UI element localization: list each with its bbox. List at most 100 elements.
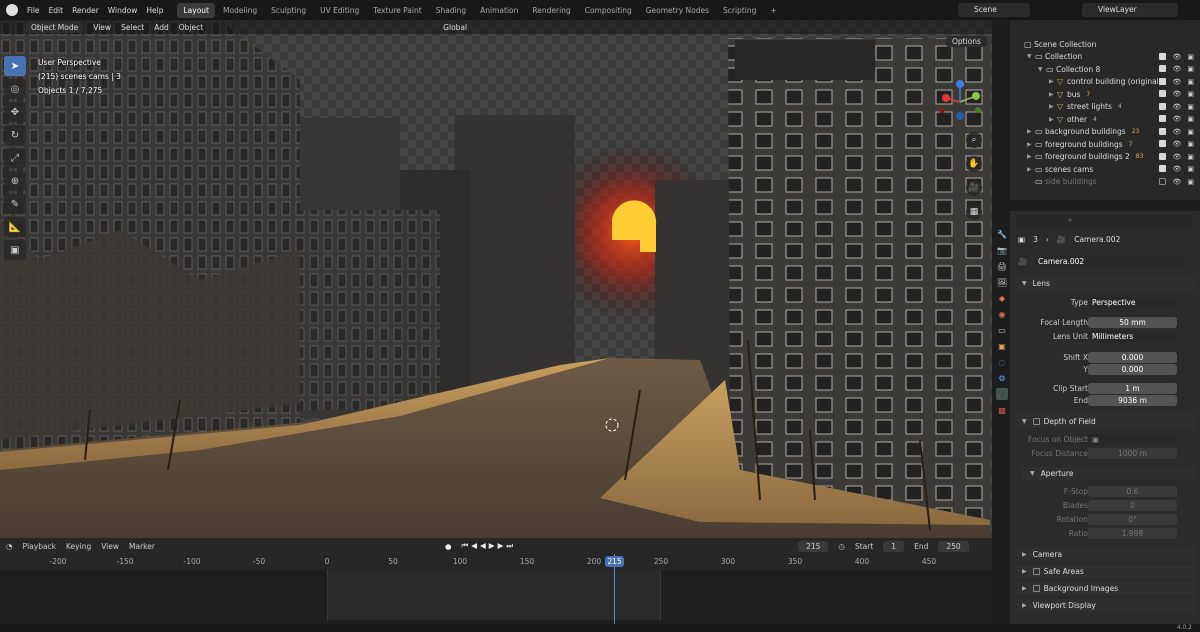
outliner-row[interactable]: ▼ ▭ Collection 👁 ▣ bbox=[1010, 51, 1200, 64]
texture-tab-icon[interactable]: ▩ bbox=[996, 404, 1008, 416]
record-icon[interactable]: ● bbox=[445, 542, 452, 551]
end-frame-field[interactable]: 250 bbox=[938, 540, 969, 552]
type-dropdown[interactable]: Perspective bbox=[1088, 297, 1177, 308]
visibility-eye-icon[interactable]: 👁 bbox=[1172, 65, 1181, 73]
background-images-checkbox[interactable] bbox=[1032, 585, 1040, 592]
disclosure-triangle-icon[interactable]: ▶ bbox=[1027, 153, 1035, 160]
measure-tool-icon[interactable]: 📐 bbox=[4, 217, 26, 237]
zoom-icon[interactable]: ⌕ bbox=[966, 132, 982, 148]
render-camera-icon[interactable]: ▣ bbox=[1187, 128, 1194, 136]
menu-window[interactable]: Window bbox=[108, 6, 138, 15]
focal-length-field[interactable]: 50 mm bbox=[1088, 317, 1177, 328]
blades-field[interactable]: 0 bbox=[1088, 500, 1177, 511]
visibility-eye-icon[interactable]: 👁 bbox=[1172, 153, 1181, 161]
playhead-frame-label[interactable]: 215 bbox=[605, 556, 624, 567]
outliner-row[interactable]: ▶ ▽ bus 7 👁 ▣ bbox=[1010, 88, 1200, 101]
lens-unit-dropdown[interactable]: Millimeters bbox=[1088, 331, 1177, 342]
ortho-grid-icon[interactable]: ▦ bbox=[966, 204, 982, 220]
tab-rendering[interactable]: Rendering bbox=[526, 3, 576, 18]
cursor-tool-icon[interactable]: ◎ bbox=[4, 79, 26, 99]
render-camera-icon[interactable]: ▣ bbox=[1187, 65, 1194, 73]
mode-selector[interactable]: Object Mode bbox=[26, 21, 84, 33]
tab-geometry-nodes[interactable]: Geometry Nodes bbox=[640, 3, 715, 18]
world-tab-icon[interactable]: ◉ bbox=[996, 308, 1008, 320]
visibility-eye-icon[interactable]: 👁 bbox=[1172, 140, 1181, 148]
exclude-checkbox[interactable] bbox=[1159, 140, 1167, 148]
3d-viewport[interactable]: Object Mode View Select Add Object Globa… bbox=[0, 20, 992, 538]
transform-tool-icon[interactable]: ⊕ bbox=[4, 171, 26, 191]
shift-x-field[interactable]: 0.000 bbox=[1088, 352, 1177, 363]
view-layer-tab-icon[interactable]: 🖼 bbox=[996, 276, 1008, 288]
visibility-eye-icon[interactable]: 👁 bbox=[1172, 53, 1181, 61]
outliner-row[interactable]: ▭ side buildings 👁 ▣ bbox=[1010, 176, 1200, 189]
constraints-tab-icon[interactable]: ⚙ bbox=[996, 372, 1008, 384]
exclude-checkbox[interactable] bbox=[1159, 77, 1167, 85]
properties-search[interactable]: ⌕ bbox=[1016, 215, 1192, 227]
menu-select[interactable]: Select bbox=[121, 23, 144, 32]
tab-uv-editing[interactable]: UV Editing bbox=[314, 3, 365, 18]
lens-panel-header[interactable]: ▼ Lens bbox=[1014, 277, 1196, 290]
exclude-checkbox[interactable] bbox=[1159, 52, 1167, 60]
visibility-eye-icon[interactable]: 👁 bbox=[1172, 103, 1181, 111]
menu-playback[interactable]: Playback bbox=[23, 542, 56, 551]
visibility-eye-icon[interactable]: 👁 bbox=[1172, 128, 1181, 136]
menu-edit[interactable]: Edit bbox=[49, 6, 64, 15]
menu-keying[interactable]: Keying bbox=[66, 542, 91, 551]
navigation-gizmo[interactable] bbox=[936, 76, 984, 126]
camera-data-icon[interactable]: 🎥 bbox=[1018, 257, 1027, 266]
rotate-tool-icon[interactable]: ↻ bbox=[4, 125, 26, 145]
exclude-checkbox[interactable] bbox=[1159, 177, 1167, 185]
exclude-checkbox[interactable] bbox=[1159, 115, 1167, 123]
dof-checkbox[interactable] bbox=[1032, 418, 1040, 425]
clip-start-field[interactable]: 1 m bbox=[1088, 383, 1177, 394]
camera-view-icon[interactable]: 🎥 bbox=[966, 180, 982, 196]
tab-shading[interactable]: Shading bbox=[430, 3, 472, 18]
disclosure-triangle-icon[interactable]: ▶ bbox=[1049, 91, 1057, 98]
add-workspace-icon[interactable]: + bbox=[764, 3, 782, 18]
tab-texture-paint[interactable]: Texture Paint bbox=[367, 3, 427, 18]
menu-view[interactable]: View bbox=[93, 23, 111, 32]
datablock-name-field[interactable]: Camera.002 bbox=[1034, 255, 1184, 267]
disclosure-triangle-icon[interactable]: ▼ bbox=[1027, 53, 1035, 60]
move-tool-icon[interactable]: ✥ bbox=[4, 102, 26, 122]
frame-ruler[interactable]: -200 -150 -100 -50 0 50 100 150 200 250 … bbox=[0, 554, 992, 570]
render-tab-icon[interactable]: 📷 bbox=[996, 244, 1008, 256]
tab-modeling[interactable]: Modeling bbox=[217, 3, 263, 18]
outliner-row[interactable]: ▶ ▽ control building (original) 👁 ▣ bbox=[1010, 76, 1200, 89]
exclude-checkbox[interactable] bbox=[1159, 127, 1167, 135]
exclude-checkbox[interactable] bbox=[1159, 65, 1167, 73]
scale-tool-icon[interactable]: ⤢ bbox=[4, 148, 26, 168]
disclosure-triangle-icon[interactable]: ▶ bbox=[1027, 166, 1035, 173]
playback-controls-icon[interactable]: ⏮◀◀▶▶⏭ bbox=[462, 541, 517, 551]
timeline-area[interactable]: -200 -150 -100 -50 0 50 100 150 200 250 … bbox=[0, 554, 992, 624]
camera-panel-header[interactable]: ▶ Camera bbox=[1014, 548, 1196, 561]
object-tab-icon[interactable]: ▣ bbox=[996, 340, 1008, 352]
safe-areas-panel-header[interactable]: ▶ Safe Areas bbox=[1014, 565, 1196, 578]
visibility-eye-icon[interactable]: 👁 bbox=[1172, 90, 1181, 98]
outliner-row[interactable]: ▶ ▭ background buildings 23 👁 ▣ bbox=[1010, 126, 1200, 139]
tab-scripting[interactable]: Scripting bbox=[717, 3, 762, 18]
outliner-row[interactable]: ▢ Scene Collection bbox=[1010, 38, 1200, 51]
camera-data-tab-icon[interactable]: 🎥 bbox=[996, 388, 1008, 400]
tool-tab-icon[interactable]: 🔧 bbox=[996, 228, 1008, 240]
scene-selector[interactable]: Scene bbox=[958, 3, 1030, 17]
menu-help[interactable]: Help bbox=[146, 6, 163, 15]
disclosure-triangle-icon[interactable]: ▶ bbox=[1049, 103, 1057, 110]
render-camera-icon[interactable]: ▣ bbox=[1187, 165, 1194, 173]
render-camera-icon[interactable]: ▣ bbox=[1187, 140, 1194, 148]
menu-marker[interactable]: Marker bbox=[129, 542, 155, 551]
timeline-editor-icon[interactable]: ◔ bbox=[6, 542, 13, 551]
ratio-field[interactable]: 1.998 bbox=[1088, 528, 1177, 539]
visibility-eye-icon[interactable]: 👁 bbox=[1172, 78, 1181, 86]
physics-tab-icon[interactable]: ◌ bbox=[996, 356, 1008, 368]
outliner-row[interactable]: ▶ ▭ scenes cams 👁 ▣ bbox=[1010, 163, 1200, 176]
render-camera-icon[interactable]: ▣ bbox=[1187, 178, 1194, 186]
menu-view-timeline[interactable]: View bbox=[101, 542, 119, 551]
tab-layout[interactable]: Layout bbox=[177, 2, 215, 18]
viewport-display-panel-header[interactable]: ▶ Viewport Display bbox=[1014, 599, 1196, 612]
focus-object-field[interactable]: ▣ bbox=[1088, 434, 1177, 445]
scene-tab-icon[interactable]: ◆ bbox=[996, 292, 1008, 304]
safe-areas-checkbox[interactable] bbox=[1032, 568, 1040, 575]
menu-add[interactable]: Add bbox=[154, 23, 169, 32]
exclude-checkbox[interactable] bbox=[1159, 90, 1167, 98]
